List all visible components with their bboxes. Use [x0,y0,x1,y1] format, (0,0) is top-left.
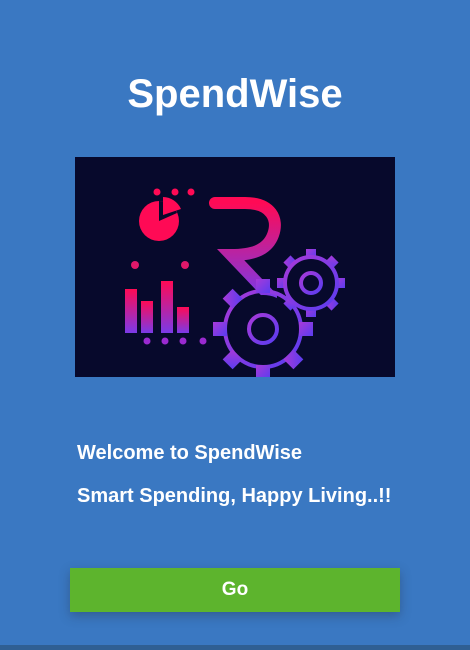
welcome-text: Welcome to SpendWise [77,442,303,464]
rupee-gears-chart-icon [125,183,345,377]
tagline-text: Smart Spending, Happy Living..!! [77,485,392,507]
app-title: SpendWise [127,72,343,116]
bottom-strip [0,645,470,650]
go-button[interactable]: Go [70,568,400,612]
app-logo [75,157,395,377]
